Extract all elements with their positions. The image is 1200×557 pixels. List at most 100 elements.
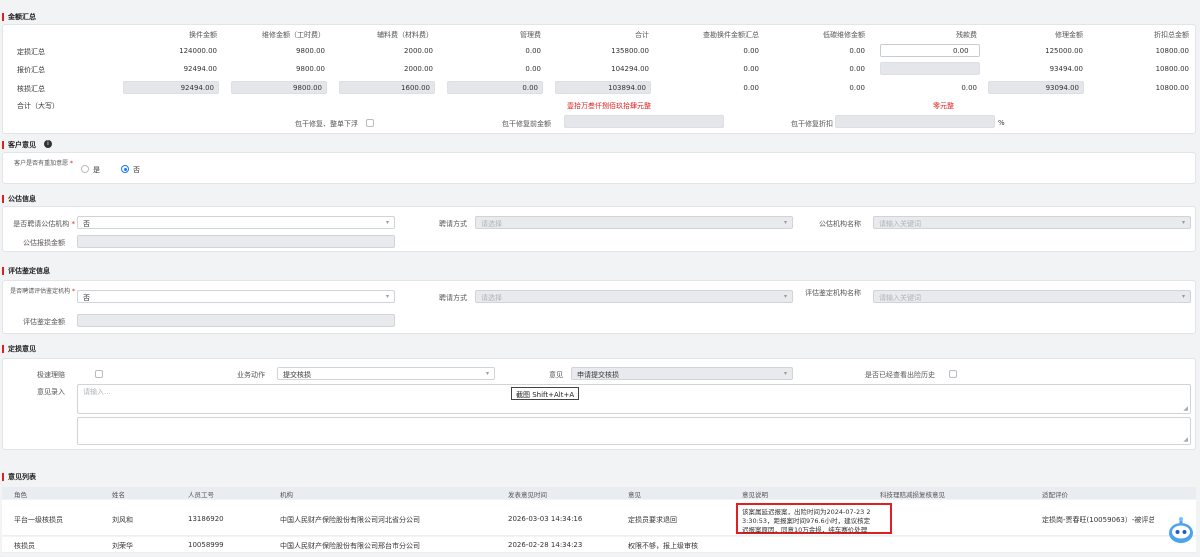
assistant-robot-icon[interactable] (1166, 516, 1196, 546)
opinion-extra-textarea[interactable]: ◢ (77, 417, 1191, 445)
section-title: 金额汇总 (8, 13, 36, 21)
table-row[interactable]: 核损员 刘荣华 10058999 中国人民财产保险股份有限公司邢台市分公司 20… (2, 537, 1196, 553)
col-header: 修理金额 (1055, 31, 1083, 39)
opinion-label: 意见 (549, 371, 563, 379)
discount-input (835, 115, 995, 128)
loss-opinion-card: 极速理赔 业务动作 提交核损 ▾ 意见 申请提交核损 ▾ 是否已经查看出险历史 意见… (2, 358, 1196, 450)
amount-value: 92494.00 (180, 84, 214, 92)
method-select[interactable]: 请选择 ▾ (475, 216, 793, 229)
amount-value: 124000.00 (179, 47, 217, 55)
amount-value: 0.00 (525, 65, 541, 73)
table-row[interactable]: 平台一级核损员 刘风和 13186920 中国人民财产保险股份有限公司河北省分公… (2, 500, 1196, 536)
total-uppercase: 壹拾万叁仟捌佰玖拾肆元整 (567, 102, 651, 110)
amount-value: 104294.00 (611, 65, 649, 73)
customer-opinion-card: 客户是否有重加意愿 * 是 否 (2, 152, 1196, 184)
opinion-list-header: 意见列表 (0, 470, 1200, 484)
amount-value: 0.00 (849, 84, 865, 92)
opinion-entry-textarea[interactable]: 请输入... ◢ (77, 384, 1191, 414)
amount-value: 0.00 (743, 84, 759, 92)
required-mark: * (71, 220, 76, 228)
section-marker (2, 473, 4, 481)
repair-intent-text: 客户是否有重加意愿 (14, 160, 69, 167)
amount-value: 0.00 (525, 47, 541, 55)
amount-value: 1600.00 (401, 84, 430, 92)
opinion-value: 申请提交核损 (577, 371, 619, 379)
cell-role: 核损员 (14, 542, 35, 550)
col-header: 残款费 (956, 31, 977, 39)
amount-box: 92494.00 (123, 81, 219, 94)
note-highlight-box: 该案属延迟报案，出险时间为2024-07-23 2 3:30:53，距报案时间9… (736, 503, 892, 534)
amount-value: 10800.00 (1155, 65, 1189, 73)
cell-role: 平台一级核损员 (14, 516, 63, 524)
hire-appraisal-label: 是否聘请公估机构 * (5, 219, 75, 229)
history-checkbox[interactable] (949, 370, 957, 378)
hire-appraisal-value: 否 (83, 220, 90, 228)
hire-appraisal-text: 是否聘请公估机构 (13, 220, 70, 228)
radio-yes[interactable] (81, 165, 89, 173)
col-name: 姓名 (112, 491, 125, 499)
appraisal-amount-label: 公估报损金额 (23, 239, 65, 247)
radio-no[interactable] (121, 165, 129, 173)
chevron-down-icon: ▾ (385, 293, 389, 300)
section-marker (2, 345, 4, 353)
cell-time: 2026-02-28 14:34:23 (508, 541, 583, 549)
method-select[interactable]: 请选择 ▾ (475, 290, 793, 303)
opinion-select[interactable]: 申请提交核损 ▾ (571, 367, 793, 380)
required-mark: * (72, 288, 75, 295)
loss-opinion-header: 定损意见 (0, 342, 1200, 356)
chevron-down-icon: ▾ (1181, 219, 1185, 226)
section-marker (2, 195, 4, 203)
appraisal-amount-input (77, 235, 395, 248)
chevron-down-icon: ▾ (1181, 293, 1185, 300)
business-action-value: 提交核损 (283, 371, 311, 379)
amount-value: 93094.00 (1045, 84, 1079, 92)
fast-claim-checkbox[interactable] (95, 370, 103, 378)
whole-float-checkbox[interactable] (366, 119, 374, 127)
entry-label: 意见录入 (37, 388, 65, 396)
appraisal-org-select[interactable]: 请输入关键词 ▾ (873, 216, 1191, 229)
percent-sign: % (998, 119, 1005, 127)
business-action-select[interactable]: 提交核损 ▾ (277, 367, 495, 380)
cell-id: 10058999 (188, 541, 224, 549)
hire-evaluation-select[interactable]: 否 ▾ (77, 290, 395, 303)
cell-time: 2026-03-03 14:34:16 (508, 515, 583, 523)
resize-handle-icon[interactable]: ◢ (1183, 436, 1188, 443)
amount-value: 9800.00 (296, 47, 325, 55)
cell-name: 刘风和 (112, 516, 133, 524)
amount-value: 0.00 (961, 84, 977, 92)
whole-float-label: 包干修复、整单下浮 (295, 120, 358, 128)
row-label: 核损汇总 (17, 85, 45, 93)
evaluation-org-label: 评估鉴定机构名称 (805, 289, 861, 297)
amount-value: 2000.00 (404, 65, 433, 73)
section-marker (2, 267, 4, 275)
fast-claim-label: 极速理赔 (37, 371, 65, 379)
col-header: 管理费 (520, 31, 541, 39)
repair-intent-label: 客户是否有重加意愿 * (5, 160, 73, 168)
org-placeholder: 请输入关键词 (879, 220, 921, 228)
col-eval: 适配评价 (1042, 491, 1068, 499)
evaluation-card: 是否聘请评估鉴定机构 * 否 ▾ 聘请方式 请选择 ▾ 评估鉴定机构名称 请输入关键… (2, 280, 1196, 334)
hire-appraisal-select[interactable]: 否 ▾ (77, 216, 395, 229)
method-placeholder: 请选择 (481, 294, 502, 302)
hire-evaluation-value: 否 (83, 294, 90, 302)
entry-placeholder: 请输入... (83, 388, 111, 396)
section-title: 定损意见 (8, 345, 36, 353)
amount-box: 9800.00 (231, 81, 327, 94)
col-review: 科技理赔减损复核意见 (880, 491, 945, 499)
residual-fee-input[interactable]: 0.00 (880, 44, 980, 57)
evaluation-amount-input (77, 314, 395, 327)
col-header: 换件金额 (189, 31, 217, 39)
amount-box: 1600.00 (339, 81, 435, 94)
resize-handle-icon[interactable]: ◢ (1183, 405, 1188, 412)
residual-fee-disabled (880, 62, 980, 75)
method-label: 聘请方式 (439, 294, 467, 302)
section-title: 评估鉴定信息 (8, 267, 50, 275)
amount-summary-header: 金额汇总 (0, 10, 1200, 24)
amount-box: 103894.00 (555, 81, 651, 94)
col-opinion: 意见 (628, 491, 641, 499)
business-action-label: 业务动作 (237, 371, 265, 379)
amount-value: 10800.00 (1155, 47, 1189, 55)
info-icon[interactable]: i (44, 140, 52, 148)
evaluation-org-select[interactable]: 请输入关键词 ▾ (873, 290, 1191, 303)
col-role: 角色 (14, 491, 27, 499)
